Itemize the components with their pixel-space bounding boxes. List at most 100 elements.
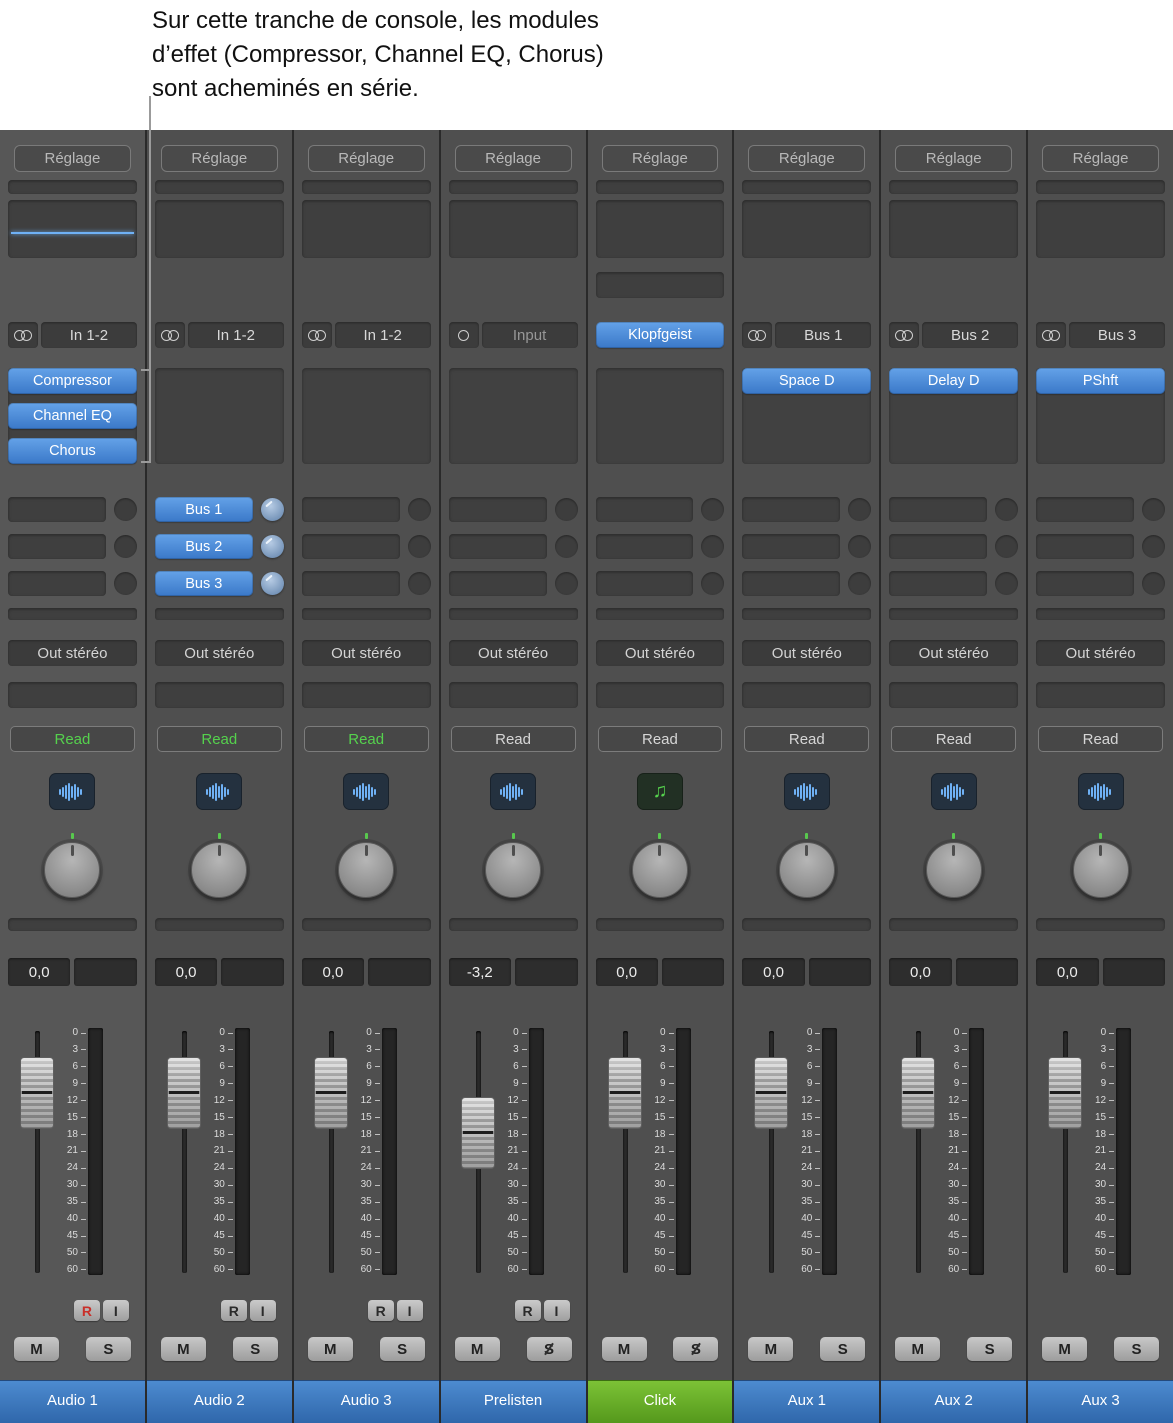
eq-thumbnail-slot[interactable] <box>889 200 1018 258</box>
waveform-icon[interactable] <box>1078 773 1124 810</box>
output-button[interactable]: Out stéréo <box>8 640 137 666</box>
input-format-icon[interactable] <box>155 322 185 348</box>
settings-button[interactable]: Réglage <box>748 145 865 172</box>
input-monitor-button[interactable]: I <box>250 1300 276 1321</box>
input-format-icon[interactable] <box>889 322 919 348</box>
input-format-icon[interactable] <box>1036 322 1066 348</box>
mute-button[interactable]: M <box>1042 1337 1087 1361</box>
group-slot[interactable] <box>1036 682 1165 708</box>
input-button[interactable]: Bus 1 <box>775 322 871 348</box>
input-button[interactable]: Bus 2 <box>922 322 1018 348</box>
solo-button[interactable]: S <box>967 1337 1012 1361</box>
midi-fx-slot[interactable] <box>596 272 725 298</box>
send-slot-empty[interactable] <box>596 534 694 559</box>
automation-mode-button[interactable]: Read <box>598 726 723 752</box>
channel-name[interactable]: Audio 2 <box>147 1380 292 1423</box>
send-level-knob[interactable] <box>261 535 284 558</box>
waveform-icon[interactable] <box>784 773 830 810</box>
peak-value[interactable] <box>368 958 430 986</box>
plugin-slot-empty[interactable] <box>596 180 725 194</box>
pan-knob-dial[interactable] <box>1073 842 1129 898</box>
input-button[interactable]: In 1-2 <box>41 322 137 348</box>
pan-knob-dial[interactable] <box>485 842 541 898</box>
send-slot-empty[interactable] <box>449 534 547 559</box>
input-format-icon[interactable] <box>449 322 479 348</box>
automation-mode-button[interactable]: Read <box>744 726 869 752</box>
plugin-slot-empty[interactable] <box>742 180 871 194</box>
input-button[interactable]: In 1-2 <box>335 322 431 348</box>
eq-thumbnail-slot[interactable] <box>1036 200 1165 258</box>
automation-mode-button[interactable]: Read <box>1038 726 1163 752</box>
send-slot-button[interactable]: Bus 2 <box>155 534 253 559</box>
mute-button[interactable]: M <box>308 1337 353 1361</box>
mute-button[interactable]: M <box>602 1337 647 1361</box>
send-slot-empty[interactable] <box>8 497 106 522</box>
output-button[interactable]: Out stéréo <box>889 640 1018 666</box>
mute-button[interactable]: M <box>895 1337 940 1361</box>
pan-knob-dial[interactable] <box>338 842 394 898</box>
peak-value[interactable] <box>515 958 577 986</box>
pan-knob-dial[interactable] <box>632 842 688 898</box>
settings-button[interactable]: Réglage <box>895 145 1012 172</box>
volume-value[interactable]: 0,0 <box>596 958 658 986</box>
input-monitor-button[interactable]: I <box>103 1300 129 1321</box>
settings-button[interactable]: Réglage <box>1042 145 1159 172</box>
send-slot-empty[interactable] <box>302 534 400 559</box>
solo-button[interactable]: S <box>1114 1337 1159 1361</box>
mute-button[interactable]: M <box>14 1337 59 1361</box>
channel-name[interactable]: Prelisten <box>441 1380 586 1423</box>
settings-button[interactable]: Réglage <box>161 145 278 172</box>
audio-fx-panel[interactable]: CompressorChannel EQChorus <box>8 368 137 464</box>
input-button[interactable]: Input <box>482 322 578 348</box>
send-slot-empty[interactable] <box>889 497 987 522</box>
volume-value[interactable]: 0,0 <box>8 958 70 986</box>
record-enable-button[interactable]: R <box>74 1300 100 1321</box>
plugin-slot-empty[interactable] <box>1036 180 1165 194</box>
volume-value[interactable]: -3,2 <box>449 958 511 986</box>
mute-button[interactable]: M <box>748 1337 793 1361</box>
mute-button[interactable]: M <box>455 1337 500 1361</box>
send-slot-empty[interactable] <box>889 571 987 596</box>
send-slot-empty[interactable] <box>596 497 694 522</box>
input-format-icon[interactable] <box>302 322 332 348</box>
pan-knob[interactable] <box>630 833 690 899</box>
send-slot-empty[interactable] <box>1036 571 1134 596</box>
group-slot[interactable] <box>742 682 871 708</box>
audio-fx-panel[interactable]: Delay D <box>889 368 1018 464</box>
volume-value[interactable]: 0,0 <box>742 958 804 986</box>
peak-value[interactable] <box>956 958 1018 986</box>
click-instrument-icon[interactable]: ♫ <box>637 773 683 810</box>
send-slot-empty[interactable] <box>596 571 694 596</box>
input-button[interactable]: In 1-2 <box>188 322 284 348</box>
send-slot-empty[interactable] <box>449 571 547 596</box>
send-slot-empty[interactable] <box>302 497 400 522</box>
record-enable-button[interactable]: R <box>368 1300 394 1321</box>
pan-knob[interactable] <box>924 833 984 899</box>
volume-value[interactable]: 0,0 <box>302 958 364 986</box>
pan-knob-dial[interactable] <box>926 842 982 898</box>
solo-button[interactable]: S <box>86 1337 131 1361</box>
effect-slot-button[interactable]: Channel EQ <box>8 403 137 429</box>
group-slot[interactable] <box>889 682 1018 708</box>
volume-fader[interactable] <box>901 1057 935 1129</box>
volume-value[interactable]: 0,0 <box>1036 958 1098 986</box>
send-slot-empty[interactable] <box>742 534 840 559</box>
plugin-slot-empty[interactable] <box>302 180 431 194</box>
channel-name[interactable]: Aux 3 <box>1028 1380 1173 1423</box>
volume-fader[interactable] <box>314 1057 348 1129</box>
volume-value[interactable]: 0,0 <box>889 958 951 986</box>
group-slot[interactable] <box>155 682 284 708</box>
eq-thumbnail-slot[interactable] <box>302 200 431 258</box>
output-button[interactable]: Out stéréo <box>449 640 578 666</box>
audio-fx-panel[interactable]: PShft <box>1036 368 1165 464</box>
settings-button[interactable]: Réglage <box>602 145 719 172</box>
waveform-icon[interactable] <box>343 773 389 810</box>
eq-thumbnail-slot[interactable] <box>596 200 725 258</box>
settings-button[interactable]: Réglage <box>14 145 131 172</box>
input-format-icon[interactable] <box>8 322 38 348</box>
group-slot[interactable] <box>449 682 578 708</box>
audio-fx-panel[interactable]: Space D <box>742 368 871 464</box>
waveform-icon[interactable] <box>490 773 536 810</box>
send-slot-empty[interactable] <box>449 497 547 522</box>
send-slot-empty[interactable] <box>1036 497 1134 522</box>
